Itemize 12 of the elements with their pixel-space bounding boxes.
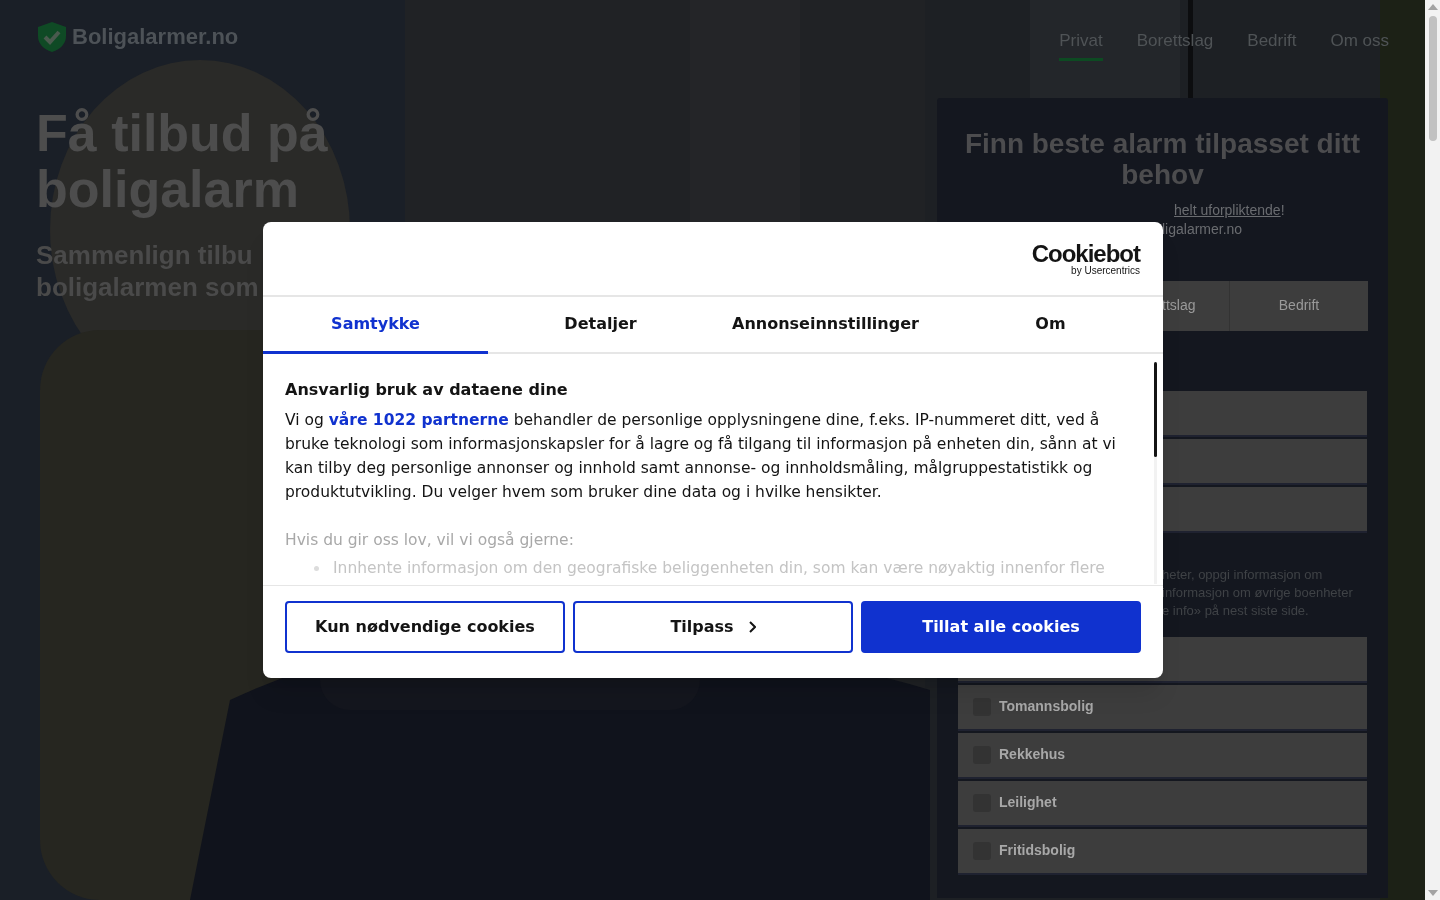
- form-title: Finn beste alarm tilpasset ditt behov: [963, 127, 1362, 190]
- purpose-text: Innhente informasjon om den geografiske beliggenheten din, som kan være nøyaktig innenfor flere: [333, 558, 1105, 579]
- option-label: Fritidsbolig: [999, 841, 1076, 860]
- option-label: Rekkehus: [999, 745, 1066, 764]
- consent-paragraph: Vi og våre 1022 partnerne behandler de personlige opplysningene dine, f.eks. IP-nummeret ditt, ved å bruke teknologi som informasjonskapsler for å lagre og få tilgang til informasjon på enheten din, sånn at vi kan tilby deg personlige annonser og innhold samt annonse- og innholdsmåling, målgruppestatistikk og produktutvikling. Du velger hvem som bruker dine data og i hvilke hensikter.: [285, 410, 1117, 503]
- purposes-intro: Hvis du gir oss lov, vil vi også gjerne:: [285, 530, 575, 551]
- intro-text: ligalarmer.no: [1162, 220, 1243, 237]
- dialog-heading: Ansvarlig bruk av dataene dine: [285, 380, 569, 400]
- exclamation-text: !: [1280, 200, 1285, 220]
- option-label: Tomannsbolig: [999, 697, 1094, 716]
- cookiebot-logo: Cookiebot by Usercentrics: [1031, 241, 1140, 276]
- option-label: Leilighet: [999, 793, 1057, 812]
